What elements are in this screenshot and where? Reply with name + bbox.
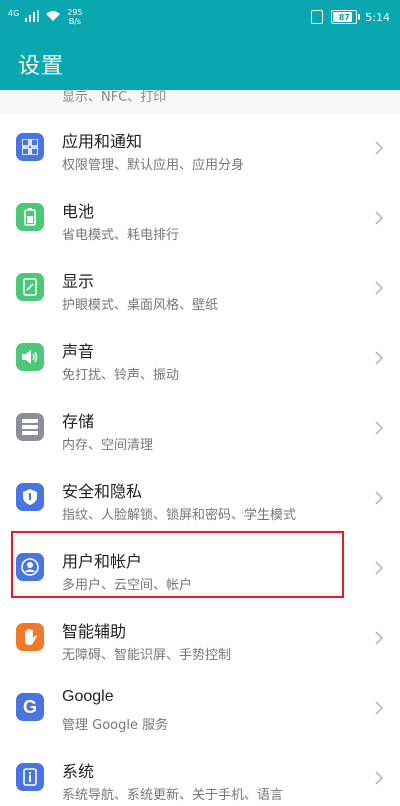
settings-item-smart-assist[interactable]: 智能辅助 无障碍、智能识屏、手势控制 <box>0 604 400 675</box>
item-label: 显示 <box>62 272 95 291</box>
settings-item-users-accounts[interactable]: 用户和帐户 多用户、云空间、帐户 <box>0 534 400 605</box>
item-label: 应用和通知 <box>62 132 143 151</box>
battery-level: 87 <box>338 12 350 22</box>
partial-item-sub: 显示、NFC、打印 <box>62 90 167 105</box>
item-subtitle: 管理 Google 服务 <box>62 718 169 733</box>
signal-icon <box>25 9 40 25</box>
item-label: 智能辅助 <box>62 622 127 641</box>
chevron-right-icon <box>374 560 384 576</box>
item-subtitle: 多用户、云空间、帐户 <box>62 578 193 593</box>
speed-unit: B/s <box>68 17 82 26</box>
item-label: 声音 <box>62 342 95 361</box>
item-subtitle: 无障碍、智能识屏、手势控制 <box>62 648 232 663</box>
user-icon <box>16 553 44 581</box>
settings-item-battery[interactable]: 电池 省电模式、耗电排行 <box>0 184 400 255</box>
speed-value: 295 <box>67 8 83 17</box>
wifi-icon <box>45 10 61 25</box>
item-subtitle: 省电模式、耗电排行 <box>62 228 180 243</box>
chevron-right-icon <box>374 280 384 296</box>
chevron-right-icon <box>374 350 384 366</box>
chevron-right-icon <box>374 490 384 506</box>
network-type: 4G <box>8 8 20 18</box>
item-label: 用户和帐户 <box>62 552 143 571</box>
vibrate-icon <box>311 10 324 24</box>
clock: 5:14 <box>365 10 390 24</box>
item-subtitle: 权限管理、默认应用、应用分身 <box>62 158 245 173</box>
app-bar: 设置 <box>0 36 400 90</box>
item-label: 系统 <box>62 762 95 781</box>
chevron-right-icon <box>374 700 384 716</box>
settings-item-system[interactable]: 系统 系统导航、系统更新、关于手机、语言 <box>0 744 400 806</box>
item-label: Google <box>62 688 114 705</box>
google-g-glyph: G <box>22 696 37 717</box>
status-left: 4G 295 B/s <box>8 6 83 28</box>
item-label: 电池 <box>62 202 95 221</box>
settings-list[interactable]: 显示、NFC、打印 应用和通知 权限管理、默认应用、应用分身 电池 省电模式、耗… <box>0 90 400 806</box>
chevron-right-icon <box>374 630 384 646</box>
storage-icon <box>16 413 44 441</box>
item-subtitle: 系统导航、系统更新、关于手机、语言 <box>62 788 284 803</box>
system-icon <box>16 763 44 791</box>
settings-item-security[interactable]: 安全和隐私 指纹、人脸解锁、锁屏和密码、学生模式 <box>0 464 400 535</box>
battery-icon <box>16 203 44 231</box>
item-subtitle: 护眼模式、桌面风格、壁纸 <box>62 298 219 313</box>
chevron-right-icon <box>374 140 384 156</box>
item-label: 存储 <box>62 412 95 431</box>
item-label: 安全和隐私 <box>62 482 143 501</box>
apps-icon <box>16 133 44 161</box>
item-subtitle: 免打扰、铃声、振动 <box>62 368 180 383</box>
settings-item-sound[interactable]: 声音 免打扰、铃声、振动 <box>0 324 400 395</box>
hand-icon <box>16 623 44 651</box>
settings-item-storage[interactable]: 存储 内存、空间清理 <box>0 394 400 465</box>
settings-item-display[interactable]: 显示 护眼模式、桌面风格、壁纸 <box>0 254 400 325</box>
chevron-right-icon <box>374 420 384 436</box>
battery-icon: 87 <box>331 10 361 24</box>
settings-item-apps[interactable]: 应用和通知 权限管理、默认应用、应用分身 <box>0 114 400 185</box>
item-subtitle: 内存、空间清理 <box>62 438 154 453</box>
page-title: 设置 <box>18 54 65 79</box>
chevron-right-icon <box>374 770 384 786</box>
status-bar: 4G 295 B/s 87 5:14 <box>0 0 400 36</box>
display-icon <box>16 273 44 301</box>
sound-icon <box>16 343 44 371</box>
item-subtitle: 指纹、人脸解锁、锁屏和密码、学生模式 <box>62 508 297 523</box>
status-right: 87 5:14 <box>311 6 390 28</box>
network-speed: 295 B/s <box>67 8 82 26</box>
chevron-right-icon <box>374 210 384 226</box>
shield-icon <box>16 483 44 511</box>
google-icon: G <box>16 693 44 721</box>
settings-item-google[interactable]: G Google 管理 Google 服务 <box>0 674 400 745</box>
